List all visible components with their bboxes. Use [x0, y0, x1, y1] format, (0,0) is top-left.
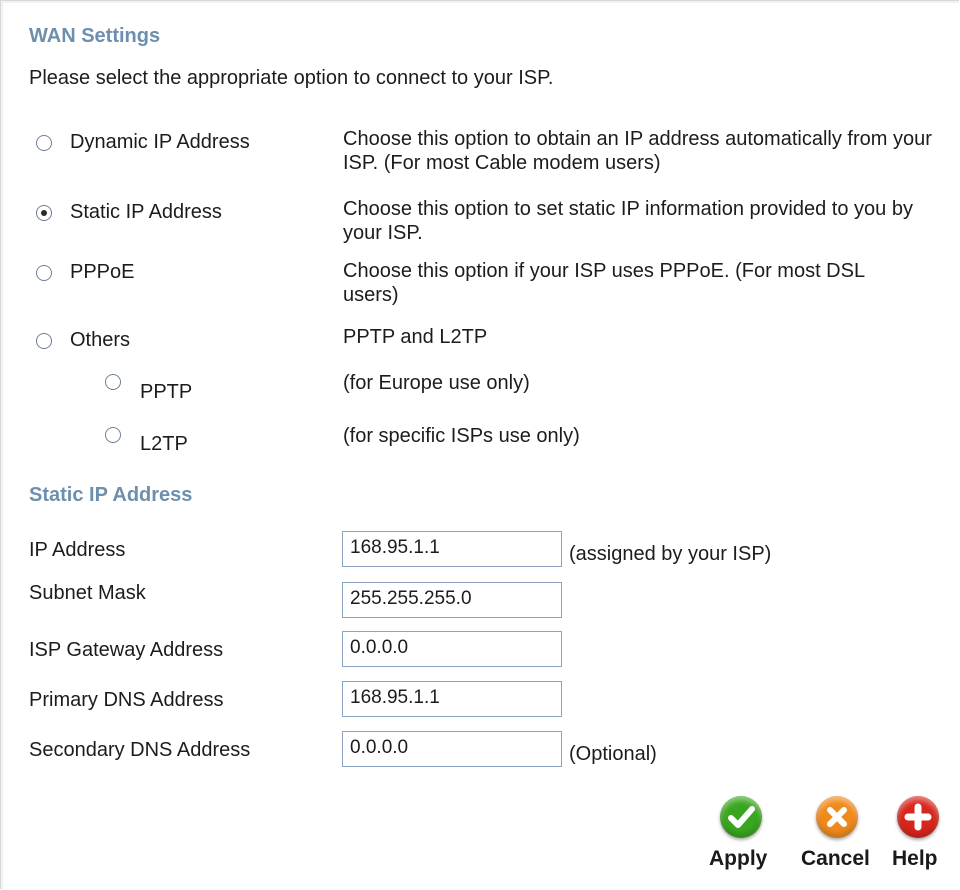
field-label-secondary-dns: Secondary DNS Address	[29, 739, 251, 761]
option-label-static-ip: Static IP Address	[70, 201, 222, 223]
secondary-dns-note: (Optional)	[569, 743, 657, 765]
field-label-subnet-mask: Subnet Mask	[29, 582, 146, 604]
help-button[interactable]: Help	[887, 791, 957, 871]
ip-address-note: (assigned by your ISP)	[569, 543, 772, 565]
option-desc-pptp: (for Europe use only)	[343, 372, 530, 394]
option-desc-others: PPTP and L2TP	[343, 326, 488, 348]
plus-icon	[897, 796, 939, 838]
radio-others[interactable]	[36, 333, 52, 349]
static-ip-title: Static IP Address	[29, 484, 193, 506]
primary-dns-field[interactable]: 168.95.1.1	[342, 681, 562, 717]
wan-settings-title: WAN Settings	[29, 25, 161, 47]
apply-label: Apply	[709, 847, 768, 870]
option-label-dynamic-ip: Dynamic IP Address	[70, 131, 250, 153]
x-icon	[816, 796, 858, 838]
help-label: Help	[892, 847, 938, 870]
wan-settings-panel: WAN Settings Please select the appropria…	[0, 0, 959, 889]
option-label-pppoe: PPPoE	[70, 261, 135, 283]
apply-button[interactable]: Apply	[706, 791, 786, 871]
option-desc-static-ip: Choose this option to set static IP info…	[343, 198, 913, 244]
field-label-primary-dns: Primary DNS Address	[29, 689, 224, 711]
check-icon	[720, 796, 762, 838]
option-desc-dynamic-ip: Choose this option to obtain an IP addre…	[343, 128, 932, 174]
isp-gateway-field[interactable]: 0.0.0.0	[342, 631, 562, 667]
radio-dynamic-ip[interactable]	[36, 135, 52, 151]
radio-pptp[interactable]	[105, 374, 121, 390]
option-desc-l2tp: (for specific ISPs use only)	[343, 425, 580, 447]
field-label-ip-address: IP Address	[29, 539, 126, 561]
option-label-pptp: PPTP	[140, 381, 193, 403]
cancel-button[interactable]: Cancel	[795, 791, 885, 871]
subnet-mask-field[interactable]: 255.255.255.0	[342, 582, 562, 618]
radio-l2tp[interactable]	[105, 427, 121, 443]
secondary-dns-field[interactable]: 0.0.0.0	[342, 731, 562, 767]
ip-address-field[interactable]: 168.95.1.1	[342, 531, 562, 567]
option-desc-pppoe: Choose this option if your ISP uses PPPo…	[343, 260, 865, 306]
option-label-l2tp: L2TP	[140, 433, 188, 455]
cancel-label: Cancel	[801, 847, 870, 870]
option-label-others: Others	[70, 329, 131, 351]
field-label-isp-gateway: ISP Gateway Address	[29, 639, 224, 661]
radio-pppoe[interactable]	[36, 265, 52, 281]
radio-static-ip[interactable]	[36, 205, 52, 221]
intro-text: Please select the appropriate option to …	[29, 67, 554, 89]
